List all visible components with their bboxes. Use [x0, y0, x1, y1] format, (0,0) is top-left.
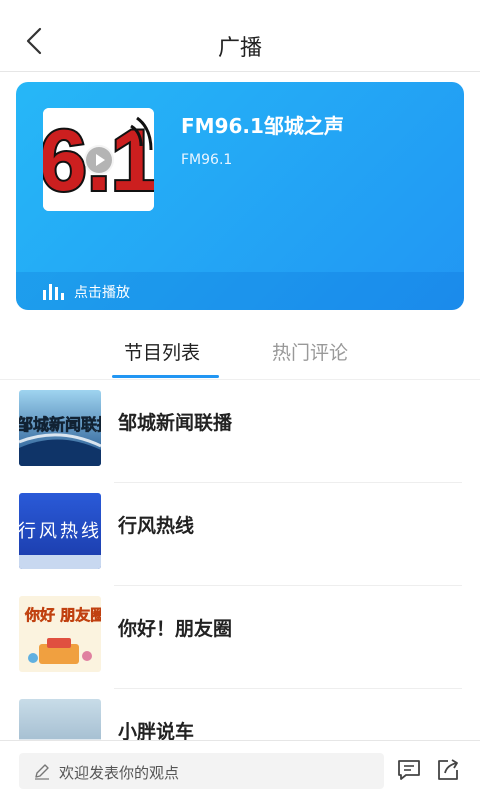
comment-icon[interactable]	[396, 757, 422, 783]
play-label: 点击播放	[74, 285, 130, 301]
program-item[interactable]: 行风热线 行风热线	[0, 483, 480, 586]
tab-hot-comments[interactable]: 热门评论	[272, 338, 348, 365]
program-name: 你好！朋友圈	[118, 618, 233, 640]
svg-text:你好 朋友圈: 你好 朋友圈	[24, 606, 101, 624]
svg-text:行风热线: 行风热线	[19, 521, 101, 542]
program-thumbnail: 你好 朋友圈	[19, 596, 101, 672]
station-frequency: FM96.1	[181, 152, 233, 168]
station-cover[interactable]: 6.1	[43, 108, 154, 211]
header: 广播	[0, 0, 480, 72]
svg-text:邹城新闻联播: 邹城新闻联播	[19, 415, 101, 434]
comment-placeholder: 欢迎发表你的观点	[59, 764, 180, 782]
play-bar[interactable]: 点击播放	[16, 272, 464, 310]
station-card: 6.1 FM96.1邹城之声 FM96.1 点击播放	[16, 82, 464, 310]
program-name: 邹城新闻联播	[118, 412, 233, 434]
active-tab-indicator	[112, 375, 219, 378]
comment-bar: 欢迎发表你的观点	[0, 740, 480, 800]
tab-bar: 节目列表 热门评论	[0, 322, 480, 380]
program-name: 行风热线	[118, 515, 195, 537]
page-title: 广播	[217, 36, 262, 61]
program-thumbnail: 行风热线	[19, 493, 101, 569]
share-icon[interactable]	[435, 757, 461, 783]
comment-input[interactable]: 欢迎发表你的观点	[19, 753, 384, 789]
play-icon[interactable]	[84, 145, 114, 175]
program-item[interactable]: 你好 朋友圈 你好！朋友圈	[0, 586, 480, 689]
station-name: FM96.1邹城之声	[181, 114, 344, 138]
equalizer-icon	[43, 284, 64, 300]
program-thumbnail: 邹城新闻联播	[19, 390, 101, 466]
pencil-icon	[35, 764, 49, 780]
tab-program-list[interactable]: 节目列表	[124, 338, 200, 365]
program-item[interactable]: 邹城新闻联播 邹城新闻联播	[0, 380, 480, 483]
